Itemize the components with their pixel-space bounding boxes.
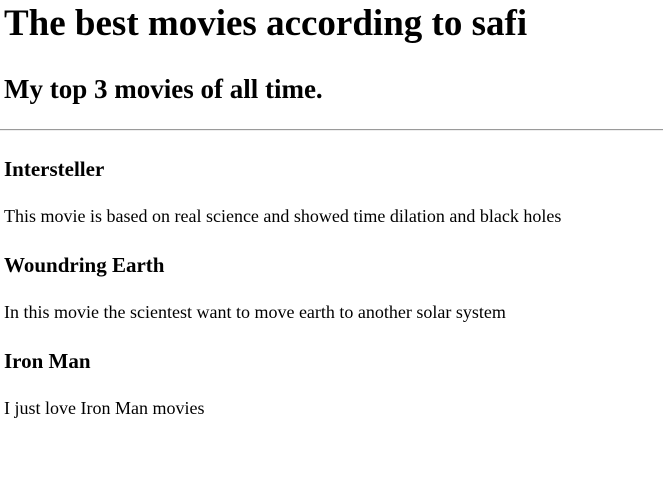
movie-title: Woundring Earth	[4, 253, 165, 277]
movie-item: Woundring Earth In this movie the scient…	[4, 253, 659, 323]
movie-item: Iron Man I just love Iron Man movies	[4, 349, 659, 419]
movie-item: Intersteller This movie is based on real…	[4, 157, 659, 227]
divider	[0, 129, 663, 131]
page-title: The best movies according to safi	[4, 3, 528, 44]
movie-description: I just love Iron Man movies	[4, 398, 205, 418]
movie-title: Iron Man	[4, 349, 91, 373]
movie-description: This movie is based on real science and …	[4, 206, 562, 226]
movie-title: Intersteller	[4, 157, 105, 181]
page-content: The best movies according to safi My top…	[0, 0, 663, 419]
page-subtitle: My top 3 movies of all time.	[4, 74, 323, 104]
movie-description: In this movie the scientest want to move…	[4, 302, 506, 322]
movie-list: Intersteller This movie is based on real…	[4, 157, 659, 419]
